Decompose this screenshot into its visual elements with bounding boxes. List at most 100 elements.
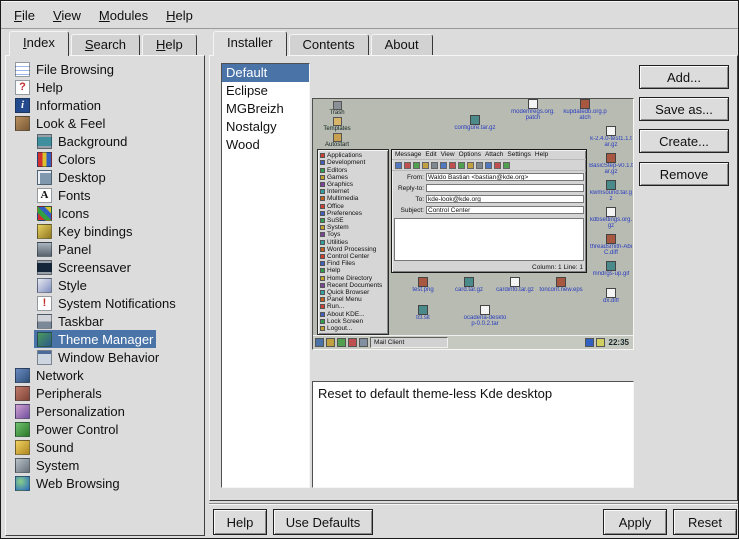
theme-actions: Add... Save as... Create... Remove (639, 65, 729, 194)
preview-desktop-icon-label: Trash (315, 110, 359, 116)
tree-item-look-feel[interactable]: Look & Feel (8, 114, 202, 132)
preview-kmenu-item-games: Games (320, 174, 386, 181)
reset-button[interactable]: Reset (673, 509, 737, 535)
theme-item-mgbreizh[interactable]: MGBreizh (222, 100, 309, 118)
tree-item-information[interactable]: Information (8, 96, 202, 114)
use-defaults-button[interactable]: Use Defaults (273, 509, 373, 535)
tree-item-panel[interactable]: Panel (8, 240, 202, 258)
tree-item-inner: System Notifications (34, 294, 179, 312)
tree-item-screensaver[interactable]: Screensaver (8, 258, 202, 276)
preview-file-icon-tcl-sit: tcl.sit (401, 305, 445, 327)
preview-kmenu-item-label: Logout... (327, 325, 352, 332)
preview-kmenu-item-editors: Editors (320, 166, 386, 173)
preview-file-icon-label: card.tar.gz (447, 287, 491, 299)
preview-mail-toolbar-icon (458, 162, 465, 169)
file-icon (606, 207, 616, 217)
tree-item-file-browsing[interactable]: File Browsing (8, 60, 202, 78)
tree-item-fonts[interactable]: Fonts (8, 186, 202, 204)
preview-kmenu-item-control-center: Control Center (320, 253, 386, 260)
preview-kmenu-item-label: About KDE... (327, 311, 365, 318)
theme-list[interactable]: DefaultEclipseMGBreizhNostalgyWood (221, 63, 310, 488)
preview-mail-toolbar-icon (494, 162, 501, 169)
tree-item-key-bindings[interactable]: Key bindings (8, 222, 202, 240)
preview-kmenu-item-label: Applications (327, 152, 362, 159)
tree-item-background[interactable]: Background (8, 132, 202, 150)
remove-button[interactable]: Remove (639, 162, 729, 186)
preview-kmenu-item-icon (320, 247, 325, 252)
tree-item-network[interactable]: Network (8, 366, 202, 384)
help-icon (15, 80, 30, 95)
tree-item-system[interactable]: System (8, 456, 202, 474)
preview-kmenu-item-toys: Toys (320, 231, 386, 238)
preview-mail-field-input: kde-look@kde.org (426, 195, 584, 203)
tree-item-desktop[interactable]: Desktop (8, 168, 202, 186)
tree-item-label: Personalization (36, 404, 125, 419)
save-as-button[interactable]: Save as... (639, 97, 729, 121)
menu-modules[interactable]: Modules (90, 5, 157, 26)
panel-icon (37, 242, 52, 257)
preview-taskbar-icon (359, 338, 368, 347)
preview-mail-toolbar-icon (467, 162, 474, 169)
menu-help[interactable]: Help (157, 5, 202, 26)
tree-item-icons[interactable]: Icons (8, 204, 202, 222)
preview-kmenu-item-icon (320, 319, 325, 324)
tree-item-help[interactable]: Help (8, 78, 202, 96)
tree-item-sound[interactable]: Sound (8, 438, 202, 456)
preview-file-icon-cardinfo-tar-gz: cardinfo.tar.gz (493, 277, 537, 299)
tree-item-inner: Panel (34, 240, 94, 258)
preview-mail-toolbar-icon (485, 162, 492, 169)
tree-item-label: Network (36, 368, 84, 383)
preview-file-icon-label: tonconf.new.eps (539, 287, 583, 299)
tab-help[interactable]: Help (142, 34, 197, 55)
preview-kmenu-item-panel-menu: Panel Menu (320, 296, 386, 303)
file-icon (556, 277, 566, 287)
preview-mail-fields: From:Waldo Bastian <bastian@kde.org>Repl… (392, 171, 586, 217)
apply-button[interactable]: Apply (603, 509, 667, 535)
tree-item-label: Taskbar (58, 314, 104, 329)
tab-index[interactable]: Index (9, 31, 69, 56)
tab-installer[interactable]: Installer (213, 31, 287, 56)
preview-file-icon-label: test.png (401, 287, 445, 299)
theme-item-wood[interactable]: Wood (222, 136, 309, 154)
preview-kmenu-item-icon (320, 168, 325, 173)
menu-file[interactable]: File (5, 5, 44, 26)
tree-item-inner: Screensaver (34, 258, 134, 276)
tab-about[interactable]: About (371, 34, 433, 55)
theme-manager-icon (37, 332, 52, 347)
tree-item-style[interactable]: Style (8, 276, 202, 294)
preview-file-icon-label: ocadena-desktop-0.0.2.tar (463, 315, 507, 327)
tree-item-personalization[interactable]: Personalization (8, 402, 202, 420)
menu-view[interactable]: View (44, 5, 90, 26)
tree-item-inner: Power Control (12, 420, 121, 438)
tab-contents[interactable]: Contents (289, 34, 369, 55)
right-tab-row: InstallerContentsAbout (213, 31, 435, 56)
tab-search[interactable]: Search (71, 34, 140, 55)
preview-file-icon-kwmsound-tar-gz: kwmsound.tar.gz (589, 180, 633, 202)
create-button[interactable]: Create... (639, 129, 729, 153)
theme-item-default[interactable]: Default (222, 64, 309, 82)
add-button[interactable]: Add... (639, 65, 729, 89)
preview-mail-toolbar-icon (449, 162, 456, 169)
theme-item-eclipse[interactable]: Eclipse (222, 82, 309, 100)
preview-kmenu-item-icon (320, 160, 325, 165)
tree-item-peripherals[interactable]: Peripherals (8, 384, 202, 402)
tree-item-system-notifications[interactable]: System Notifications (8, 294, 202, 312)
preview-file-icon-label: kupdatedb.org.patch (563, 109, 607, 121)
theme-item-nostalgy[interactable]: Nostalgy (222, 118, 309, 136)
theme-description-text: Reset to default theme-less Kde desktop (318, 386, 552, 401)
preview-mail-status-text: Column: 1 Line: 1 (532, 264, 583, 271)
tree-item-theme-manager[interactable]: Theme Manager (8, 330, 202, 348)
preview-file-icon-mndrgs-up-gif: mndrgs-up.gif (589, 261, 633, 283)
preview-kmenu-item-label: Games (327, 174, 348, 181)
tree-item-power-control[interactable]: Power Control (8, 420, 202, 438)
preview-kmenu-item-icon (320, 304, 325, 309)
preview-kmenu-item-label: Internet (327, 188, 349, 195)
tree-item-window-behavior[interactable]: Window Behavior (8, 348, 202, 366)
tree-item-web-browsing[interactable]: Web Browsing (8, 474, 202, 492)
tree-item-taskbar[interactable]: Taskbar (8, 312, 202, 330)
help-button[interactable]: Help (213, 509, 267, 535)
tree-item-label: Desktop (58, 170, 106, 185)
tree-item-colors[interactable]: Colors (8, 150, 202, 168)
preview-taskbar-icon (337, 338, 346, 347)
tree-item-label: Panel (58, 242, 91, 257)
